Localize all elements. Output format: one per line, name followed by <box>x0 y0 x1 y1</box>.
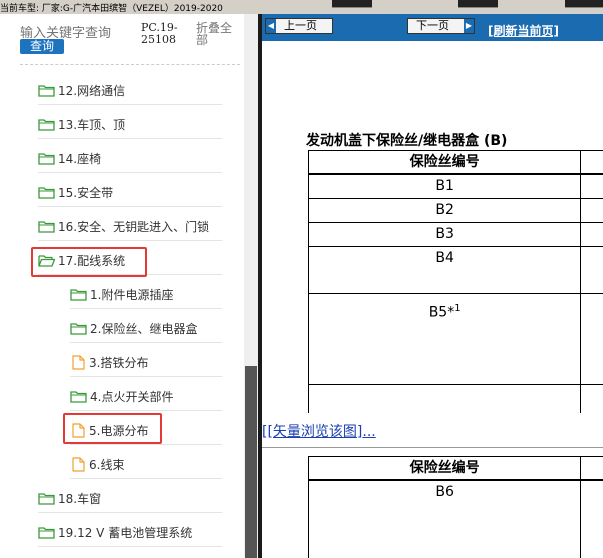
fuse-number-cell: B2 <box>307 198 582 223</box>
table-header-cell <box>580 456 603 481</box>
folder-icon <box>38 526 55 539</box>
fuse-table-continued: 保险丝编号 B6 <box>307 456 603 558</box>
top-toolbar-button-3[interactable] <box>565 0 603 8</box>
tree-item-label: 15.安全带 <box>58 185 114 200</box>
folder-icon <box>70 288 87 301</box>
tree-item-ignition-switch[interactable]: 4.点火开关部件 <box>70 382 222 411</box>
refresh-page-link[interactable]: [刷新当前页] <box>488 22 559 39</box>
top-toolbar-button-2[interactable] <box>458 0 498 8</box>
section-divider <box>262 447 603 448</box>
fuse-number-text: B5* <box>428 304 455 321</box>
tree-item-fuse-relay-box[interactable]: 2.保险丝、继电器盒 <box>70 314 222 343</box>
table-header-cell <box>580 150 603 175</box>
tree-item-security[interactable]: 16.安全、无钥匙进入、门锁 <box>38 212 222 241</box>
left-panel: 查询 PC.19-25108 折叠全部 12.网络通信 13.车顶、顶 14.座… <box>0 14 244 558</box>
vector-view-link[interactable]: [[矢量浏览该图]... <box>262 421 376 441</box>
folder-icon <box>38 492 55 505</box>
file-icon <box>72 354 85 370</box>
panel-divider <box>258 14 262 558</box>
scrollbar-thumb[interactable] <box>245 366 257 558</box>
tree-item-ground-distribution[interactable]: 3.搭铁分布 <box>70 348 222 377</box>
tree-item-battery-management[interactable]: 19.12 V 蓄电池管理系统 <box>38 518 222 547</box>
tree-item-label: 4.点火开关部件 <box>90 389 174 404</box>
tree-item-label: 16.安全、无钥匙进入、门锁 <box>58 219 210 234</box>
tree-item-label: 2.保险丝、继电器盒 <box>90 321 198 336</box>
tree-item-label: 3.搭铁分布 <box>89 355 149 370</box>
top-toolbar-button-1[interactable] <box>332 0 372 8</box>
fuse-number-header: 保险丝编号 <box>307 456 582 481</box>
tree-item-label: 1.附件电源插座 <box>90 287 174 302</box>
table-row-empty <box>307 384 582 413</box>
fuse-number-cell: B1 <box>307 173 582 199</box>
next-page-button[interactable]: 下一页 ▶ <box>407 18 475 34</box>
pc-code-label: PC.19-25108 <box>141 21 178 46</box>
tree-item-label: 12.网络通信 <box>58 83 126 98</box>
fuse-number-cell: B5*1 <box>307 293 582 385</box>
folder-icon <box>70 322 87 335</box>
prev-page-button[interactable]: ◀ 上一页 <box>265 18 333 34</box>
folder-icon <box>38 118 55 131</box>
tree-item-label: 13.车顶、顶 <box>58 117 126 132</box>
query-button[interactable]: 查询 <box>20 39 64 54</box>
tree-item-harness[interactable]: 6.线束 <box>70 450 222 479</box>
tree-item-network[interactable]: 12.网络通信 <box>38 76 222 105</box>
highlight-box-wiring-system <box>31 247 147 277</box>
folder-icon <box>38 186 55 199</box>
tree-item-accessory-socket[interactable]: 1.附件电源插座 <box>70 280 222 309</box>
fuse-number-header: 保险丝编号 <box>307 150 582 175</box>
prev-page-label: 上一页 <box>284 19 317 32</box>
car-model-label: 当前车型: 厂家:G-广汽本田缤智（VEZEL）2019-2020 <box>0 4 223 14</box>
arrow-right-icon: ▶ <box>464 19 474 33</box>
tree-item-label: 14.座椅 <box>58 151 102 166</box>
page-nav-bar: ◀ 上一页 下一页 ▶ [刷新当前页] <box>262 14 603 41</box>
folder-icon <box>38 84 55 97</box>
fuse-number-cell: B4 <box>307 246 582 294</box>
tree-item-windows[interactable]: 18.车窗 <box>38 484 222 513</box>
folder-icon <box>38 220 55 233</box>
content-panel: ◀ 上一页 下一页 ▶ [刷新当前页] 发动机盖下保险丝/继电器盒 (B) 保险… <box>258 14 603 558</box>
collapse-all-button[interactable]: 折叠全部 <box>196 22 240 46</box>
folder-icon <box>38 152 55 165</box>
file-icon <box>72 456 85 472</box>
tree-item-roof[interactable]: 13.车顶、顶 <box>38 110 222 139</box>
top-bar: 当前车型: 厂家:G-广汽本田缤智（VEZEL）2019-2020 <box>0 0 603 14</box>
fuse-number-cell: B3 <box>307 222 582 247</box>
tree-item-label: 18.车窗 <box>58 491 102 506</box>
tree-item-seats[interactable]: 14.座椅 <box>38 144 222 173</box>
arrow-left-icon: ◀ <box>266 19 276 33</box>
footnote-marker: 1 <box>454 303 461 314</box>
tree-item-seatbelt[interactable]: 15.安全带 <box>38 178 222 207</box>
folder-icon <box>70 390 87 403</box>
highlight-box-power-distribution <box>63 413 162 444</box>
next-page-label: 下一页 <box>416 19 449 32</box>
tree-item-label: 19.12 V 蓄电池管理系统 <box>58 525 193 540</box>
fuse-number-cell: B6 <box>307 479 582 558</box>
tree-item-label: 6.线束 <box>89 457 125 472</box>
fuse-table: 保险丝编号 B1 B2 B3 B4 B5*1 <box>307 150 603 413</box>
table-title: 发动机盖下保险丝/继电器盒 (B) <box>306 133 508 149</box>
divider <box>20 64 240 65</box>
left-scrollbar[interactable] <box>244 14 258 558</box>
